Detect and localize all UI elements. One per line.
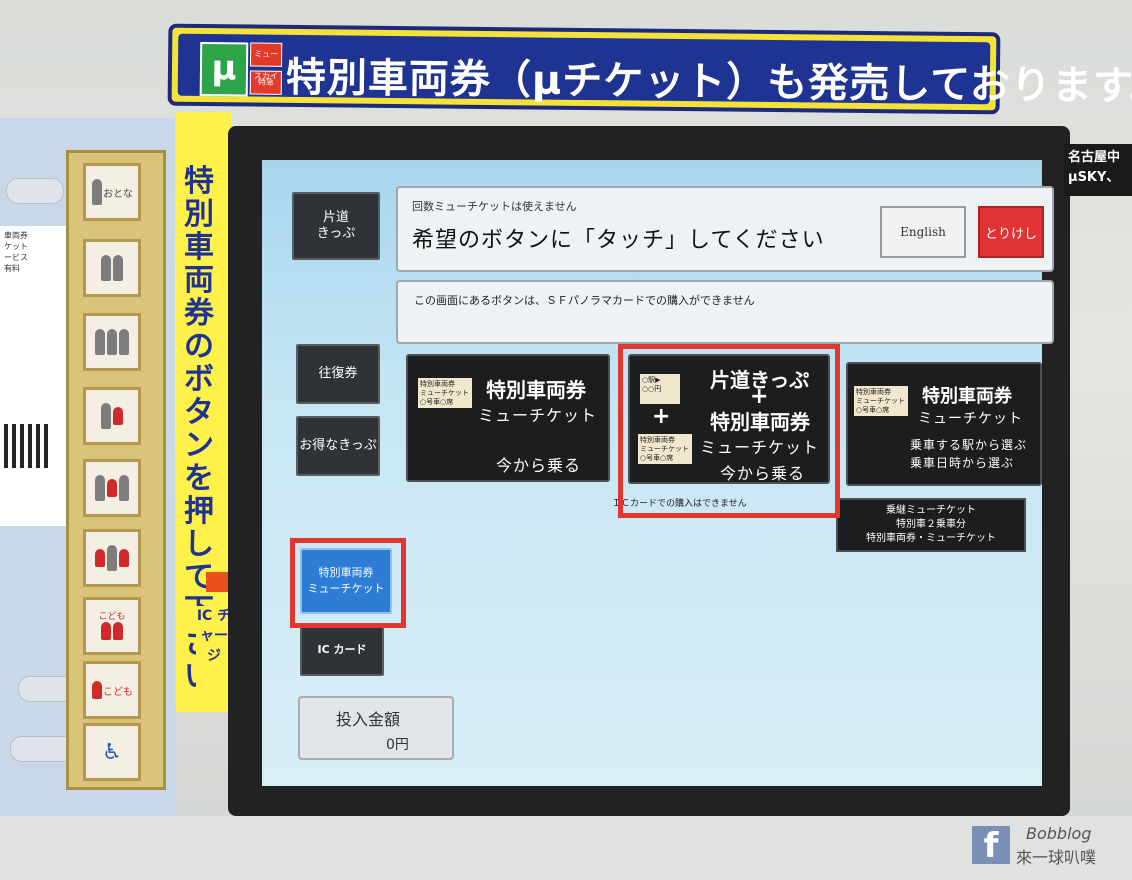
instruction-panel: 回数ミューチケットは使えません 希望のボタンに「タッチ」してください Engli… [396,186,1054,272]
info-card-line: ケット [4,242,28,251]
option-line: 乗車日時から選ぶ [910,456,1015,470]
info-card: 車両券 ケット ービス 有料 [0,226,66,526]
special-car-now-button[interactable]: 特別車両券 ミューチケット ○号車○席 特別車両券 ミューチケット 今から乗る [406,354,610,482]
one-way-plus-special-car-button[interactable]: ○駅▶ ○○円 + 特別車両券 ミューチケット ○号車○席 片道きっぷ + 特別… [628,354,830,484]
one-way-ticket-button[interactable]: 片道 きっぷ [292,192,380,260]
wheelchair-icon[interactable]: ♿ [83,723,141,781]
info-card-line: ービス [4,253,28,262]
info-card-line: 車両券 [4,231,28,240]
option-subtitle: ミューチケット [478,406,598,425]
banner-text: 特別車両券（μチケット）も発売しております。 [285,54,1132,111]
option-title: 特別車両券 [922,386,1012,407]
special-car-select-button[interactable]: 特別車両券 ミューチケット ○号車○席 特別車両券 ミューチケット 乗車する駅か… [846,362,1042,486]
child-fare-button[interactable]: こども [83,661,141,719]
watermark-line: 來一球叭噗 [1016,848,1097,867]
musky-badge: ミュースカイ [250,42,283,81]
fare-type-column: おとな こども こども ♿ [66,150,166,790]
ticket-icon: 特別車両券 ミューチケット ○号車○席 [418,378,472,408]
ticket-icon: 特別車両券 ミューチケット ○号車○席 [854,386,908,416]
ic-charge-label: IC チャージ [196,606,232,710]
plus-sign: + [652,404,671,429]
train-badges: ミュースカイ 特急 [249,42,283,99]
ic-card-button[interactable]: IC カード [300,624,384,676]
watermark: f Bobblog 來一球叭噗 [972,824,1132,872]
discount-ticket-button[interactable]: お得なきっぷ [296,416,380,476]
option-subtitle: ミューチケット [918,411,1023,427]
two-adults-child-button[interactable] [83,459,141,517]
option-title: 特別車両券 [486,378,586,402]
option-line: 乗車する駅から選ぶ [910,438,1028,452]
facebook-icon: f [972,826,1010,866]
coupon-note: 回数ミューチケットは使えません [412,200,577,213]
multi-line: 特別車両券・ミューチケット [866,533,996,544]
corner-caption: 名古屋中 μSKY、 [1064,144,1132,196]
multi-line: 乗継ミューチケット [886,505,976,516]
round-trip-button[interactable]: 往復券 [296,344,380,404]
inserted-amount-display: 投入金額 0円 [298,696,454,760]
fare-label: おとな [103,188,133,200]
sf-card-note: この画面にあるボタンは、ＳＦパノラマカードでの購入ができません [396,280,1054,344]
option-action: 今から乗る [720,464,806,483]
banner-inner: μ ミュースカイ 特急 特別車両券（μチケット）も発売しております。 [177,33,1132,110]
adult-fare-button[interactable]: おとな [83,163,141,221]
option-action: 今から乗る [496,456,582,475]
promo-banner: μ ミュースカイ 特急 特別車両券（μチケット）も発売しております。 [167,23,1132,115]
english-button[interactable]: English [880,206,966,258]
special-car-ticket-button[interactable]: 特別車両券 ミューチケット [300,548,392,614]
instruction-text: 希望のボタンに「タッチ」してください [412,228,825,253]
option-title: 特別車両券 [710,410,810,434]
info-card-line: 有料 [4,264,20,273]
adult-two-children-button[interactable] [83,529,141,587]
two-children-button[interactable]: こども [83,597,141,655]
transfer-mu-ticket-button[interactable]: 乗継ミューチケット 特別車２乗車分 特別車両券・ミューチケット [836,498,1026,552]
amount-value: 0円 [386,737,409,753]
braille-label [6,178,64,204]
three-adults-button[interactable] [83,313,141,371]
machine-bottom [0,816,1132,880]
cancel-button[interactable]: とりけし [978,206,1044,258]
qr-code-icon [4,424,48,468]
two-adults-button[interactable] [83,239,141,297]
multi-line: 特別車２乗車分 [896,519,966,530]
mu-ticket-logo-icon: μ [199,41,249,97]
fare-label: こども [98,612,126,622]
caption-line: 名古屋中 [1068,150,1121,165]
adult-child-button[interactable] [83,387,141,445]
ticket-icon: ○駅▶ ○○円 [640,374,680,404]
ticket-icon: 特別車両券 ミューチケット ○号車○席 [638,434,692,464]
fare-label: こども [103,686,133,698]
option-subtitle: ミューチケット [700,438,820,457]
amount-label: 投入金額 [336,710,401,729]
watermark-line: Bobblog [1026,824,1092,843]
caption-line: μSKY、 [1068,170,1120,185]
ic-card-note: ＩＣカードでの購入はできません [612,499,747,509]
